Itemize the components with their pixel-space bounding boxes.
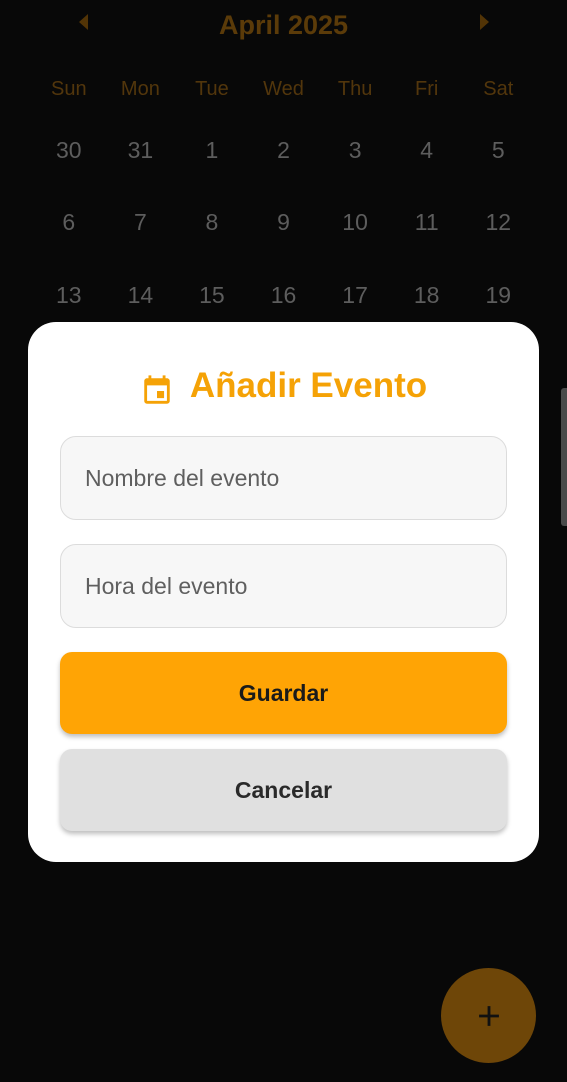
cancel-button[interactable]: Cancelar — [60, 749, 507, 831]
dialog-header: Añadir Evento — [28, 364, 539, 408]
event-name-input[interactable] — [60, 436, 507, 520]
event-time-input[interactable] — [60, 544, 507, 628]
cancel-button-label: Cancelar — [234, 776, 333, 803]
add-event-dialog: Añadir Evento Guardar Cancelar — [28, 322, 539, 862]
scrollbar-thumb[interactable] — [561, 388, 567, 526]
dialog-title: Añadir Evento — [189, 366, 428, 405]
add-event-fab[interactable] — [441, 968, 536, 1063]
plus-icon — [478, 1005, 499, 1026]
save-button[interactable]: Guardar — [60, 652, 507, 734]
save-button-label: Guardar — [238, 679, 329, 706]
calendar-event-icon — [144, 375, 170, 404]
